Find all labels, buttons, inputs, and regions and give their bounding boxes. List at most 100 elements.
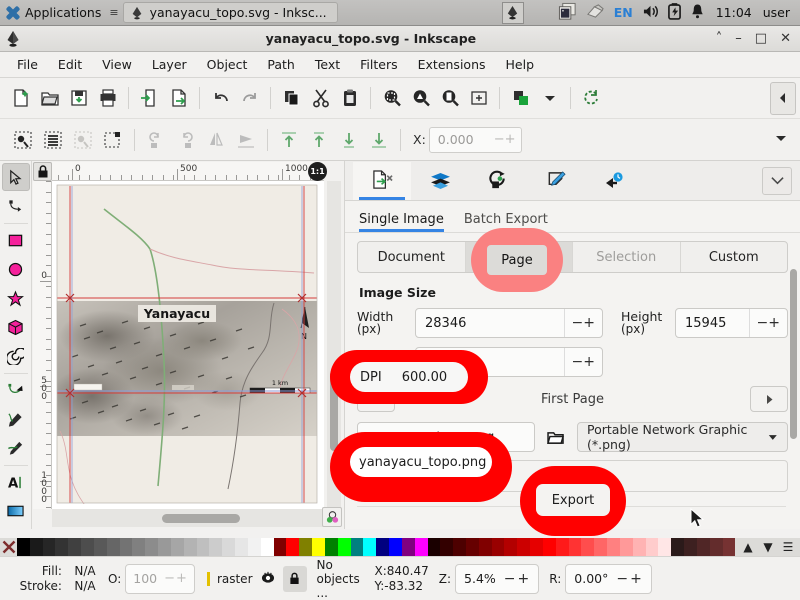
palette-swatch[interactable]: [414, 538, 428, 556]
volume-icon[interactable]: [642, 4, 659, 22]
export-area-selection[interactable]: Selection: [573, 242, 681, 272]
zoom-page-icon[interactable]: [435, 84, 464, 113]
export-area-page[interactable]: Page: [465, 242, 573, 272]
tab-batch-export[interactable]: Batch Export: [464, 212, 548, 232]
previous-page-button[interactable]: [357, 386, 395, 412]
export-area-custom[interactable]: Custom: [681, 242, 788, 272]
open-document-icon[interactable]: [35, 84, 64, 113]
pencil-tool[interactable]: [2, 405, 30, 433]
palette-swatch[interactable]: [209, 538, 223, 556]
menu-item-edit[interactable]: Edit: [49, 54, 91, 75]
tray-inkscape-button[interactable]: [501, 1, 524, 24]
ellipse-tool[interactable]: [2, 255, 30, 283]
selector-tool[interactable]: [1, 163, 30, 191]
palette-swatch[interactable]: [286, 538, 300, 556]
rotation-spinner[interactable]: 0.00° −+: [565, 563, 652, 594]
palette-swatch[interactable]: [247, 538, 261, 556]
palette-swatch[interactable]: [376, 538, 390, 556]
rotate-cw-icon[interactable]: [171, 125, 201, 155]
next-page-button[interactable]: [750, 386, 788, 412]
folder-open-icon[interactable]: [543, 423, 569, 451]
height-input[interactable]: 15945 −+: [675, 308, 788, 338]
opacity-stepper[interactable]: −+: [164, 571, 194, 586]
dock-vertical-scrollbar[interactable]: [789, 269, 798, 499]
palette-swatch[interactable]: [568, 538, 582, 556]
palette-swatch[interactable]: [29, 538, 43, 556]
menu-item-object[interactable]: Object: [198, 54, 257, 75]
palette-swatch[interactable]: [465, 538, 479, 556]
palette-swatch[interactable]: [632, 538, 646, 556]
user-label[interactable]: user: [763, 5, 794, 20]
palette-swatch[interactable]: [401, 538, 415, 556]
menu-item-view[interactable]: View: [93, 54, 141, 75]
menu-item-filters[interactable]: Filters: [351, 54, 406, 75]
palette-swatch[interactable]: [581, 538, 595, 556]
x-coordinate-spinner[interactable]: 0.000 −+: [428, 126, 522, 153]
rotate-stepper[interactable]: −+: [616, 571, 650, 587]
palette-swatch[interactable]: [158, 538, 171, 556]
dropdown-icon[interactable]: [535, 84, 564, 113]
palette-swatch[interactable]: [504, 538, 518, 556]
battery-icon[interactable]: [667, 2, 681, 23]
palette-swatch[interactable]: [235, 538, 248, 556]
palette-swatch[interactable]: [119, 538, 133, 556]
rotate-ccw-icon[interactable]: [141, 125, 171, 155]
layer-name[interactable]: raster: [217, 572, 253, 586]
taskbar-window-button[interactable]: yanayacu_topo.svg - Inksc...: [122, 2, 338, 23]
dock-tab-layers[interactable]: [411, 162, 469, 200]
text-tool[interactable]: A: [2, 468, 30, 496]
dpi-input[interactable]: 600.00 −+: [415, 347, 603, 377]
palette-swatch[interactable]: [542, 538, 556, 556]
palette-swatch[interactable]: [658, 538, 672, 556]
palette-swatch[interactable]: [363, 538, 377, 556]
lower-icon[interactable]: [334, 125, 364, 155]
cut-icon[interactable]: [306, 84, 335, 113]
new-document-icon[interactable]: [6, 84, 35, 113]
select-all-layers-icon[interactable]: [38, 125, 68, 155]
palette-swatch[interactable]: [196, 538, 210, 556]
canvas-vertical-scrollbar[interactable]: [327, 181, 341, 509]
palette-swatches[interactable]: [17, 538, 736, 556]
paste-icon[interactable]: [335, 84, 364, 113]
menu-item-layer[interactable]: Layer: [143, 54, 196, 75]
zoom-page-width-icon[interactable]: [464, 84, 493, 113]
chevron-up-icon[interactable]: ▲: [740, 540, 756, 554]
x-stepper-icon[interactable]: −+: [494, 132, 521, 147]
palette-swatch[interactable]: [132, 538, 146, 556]
palette-swatch[interactable]: [594, 538, 608, 556]
palette-swatch[interactable]: [478, 538, 492, 556]
copy-icon[interactable]: [277, 84, 306, 113]
palette-swatch[interactable]: [93, 538, 107, 556]
lower-to-bottom-icon[interactable]: [364, 125, 394, 155]
palette-swatch[interactable]: [645, 538, 659, 556]
flip-horizontal-icon[interactable]: [201, 125, 231, 155]
palette-swatch[interactable]: [709, 538, 723, 556]
palette-swatch[interactable]: [170, 538, 184, 556]
file-type-select[interactable]: Portable Network Graphic (*.png): [577, 422, 788, 452]
dock-tab-undo-history[interactable]: [585, 162, 643, 200]
node-tool[interactable]: [2, 192, 30, 220]
zoom-spinner[interactable]: 5.4% −+: [455, 563, 540, 594]
palette-swatch[interactable]: [55, 538, 69, 556]
vertical-ruler[interactable]: 0 500 1000: [33, 181, 52, 509]
redo-icon[interactable]: [235, 84, 264, 113]
rotation-control[interactable]: R: 0.00° −+: [539, 563, 652, 594]
print-icon[interactable]: [93, 84, 122, 113]
palette-swatch[interactable]: [42, 538, 56, 556]
canvas-lock-icon[interactable]: [33, 162, 52, 181]
undo-icon[interactable]: [206, 84, 235, 113]
palette-swatch[interactable]: [696, 538, 710, 556]
menu-item-help[interactable]: Help: [497, 54, 544, 75]
grip-icon[interactable]: ≡: [106, 6, 120, 19]
zoom-badge[interactable]: 1:1: [308, 162, 327, 181]
3dbox-tool[interactable]: [2, 313, 30, 341]
export-icon[interactable]: [164, 84, 193, 113]
hamburger-menu-icon[interactable]: ☰: [780, 540, 796, 554]
layer-lock-icon[interactable]: [282, 565, 307, 592]
scrollbar-thumb[interactable]: [330, 371, 338, 451]
palette-swatch[interactable]: [440, 538, 454, 556]
palette-swatch[interactable]: [491, 538, 505, 556]
palette-swatch[interactable]: [312, 538, 325, 556]
minimize-window-button[interactable]: –: [735, 32, 742, 45]
zoom-control[interactable]: Z: 5.4% −+: [429, 563, 540, 594]
